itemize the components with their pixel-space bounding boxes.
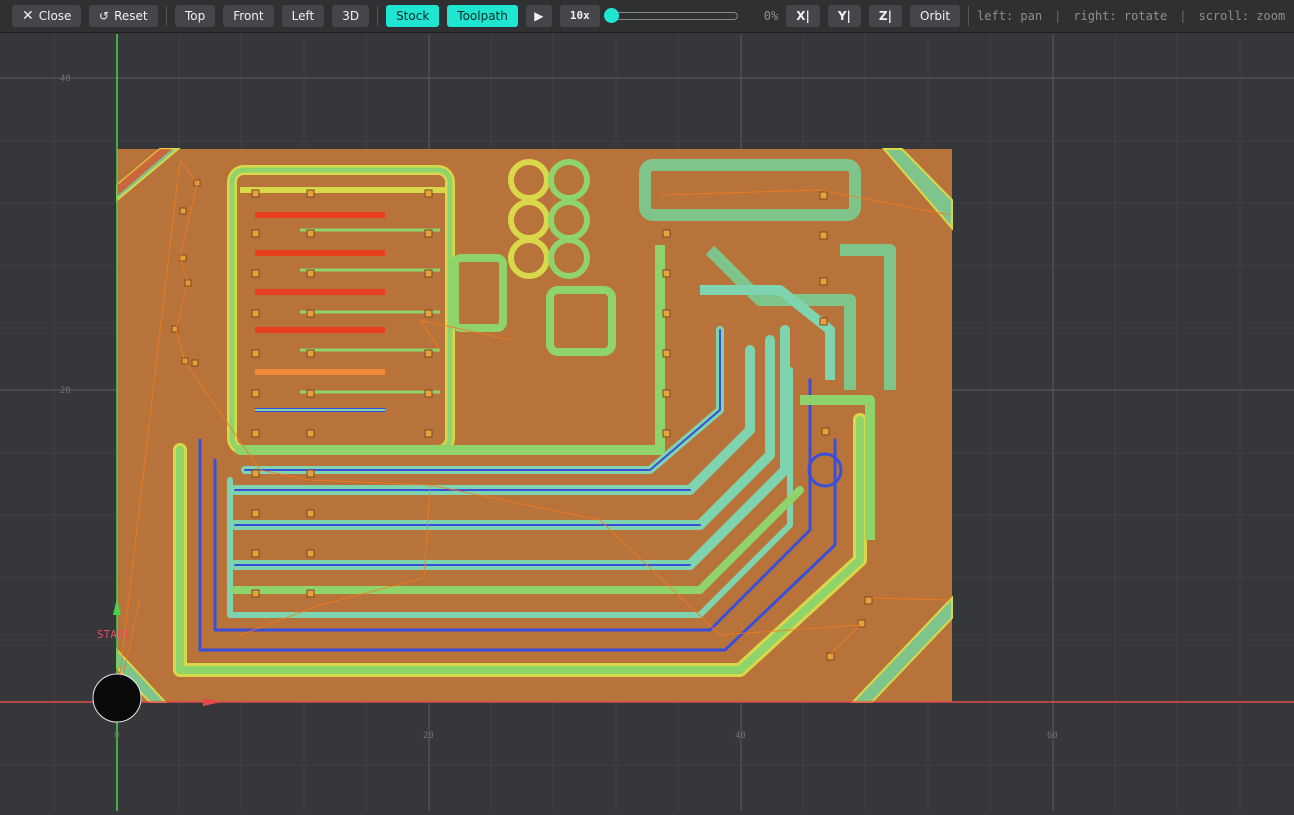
viewport-canvas[interactable]: START 40 20 0 20 40 60 bbox=[0, 34, 1294, 811]
hint-separator: | bbox=[1054, 9, 1062, 23]
reset-label: Reset bbox=[114, 9, 148, 23]
x-tick-label: 20 bbox=[423, 731, 434, 741]
stock-toggle[interactable]: Stock bbox=[386, 5, 440, 27]
close-button[interactable]: ✕ Close bbox=[12, 5, 81, 27]
toolpath-viewport[interactable]: START 40 20 0 20 40 60 bbox=[0, 34, 1294, 811]
axis-z-button[interactable]: Z| bbox=[868, 5, 903, 27]
speed-button[interactable]: 10x bbox=[559, 5, 600, 27]
start-label: START bbox=[97, 628, 130, 641]
x-tick-label: 60 bbox=[1047, 731, 1058, 741]
progress-slider-knob[interactable] bbox=[603, 8, 619, 23]
x-tick-label: 40 bbox=[735, 731, 746, 741]
view-3d-button[interactable]: 3D bbox=[332, 5, 370, 27]
divider bbox=[968, 6, 970, 26]
view-front-button[interactable]: Front bbox=[223, 5, 274, 27]
progress-percent: 0% bbox=[763, 9, 779, 23]
y-tick-label: 40 bbox=[60, 74, 71, 84]
close-label: Close bbox=[38, 9, 72, 23]
hint-separator: | bbox=[1179, 9, 1187, 23]
play-button[interactable]: ▶ bbox=[525, 5, 552, 27]
toolpath-toggle[interactable]: Toolpath bbox=[447, 5, 518, 27]
y-tick-label: 20 bbox=[60, 386, 71, 396]
view-top-button[interactable]: Top bbox=[175, 5, 216, 27]
reset-button[interactable]: ↺ Reset bbox=[89, 5, 158, 27]
divider bbox=[166, 6, 167, 26]
close-icon: ✕ bbox=[22, 8, 34, 24]
orbit-button[interactable]: Orbit bbox=[910, 5, 961, 27]
hint-rotate: right: rotate bbox=[1073, 9, 1168, 23]
play-icon: ▶ bbox=[534, 9, 544, 23]
view-left-button[interactable]: Left bbox=[281, 5, 325, 27]
axis-y-button[interactable]: Y| bbox=[827, 5, 861, 27]
x-tick-label: 0 bbox=[114, 731, 119, 741]
progress-slider[interactable] bbox=[603, 8, 738, 23]
reset-icon: ↺ bbox=[99, 9, 110, 23]
hint-zoom: scroll: zoom bbox=[1198, 9, 1286, 23]
divider bbox=[377, 6, 379, 26]
hint-pan: left: pan bbox=[977, 9, 1043, 23]
tool-position-marker bbox=[92, 673, 142, 723]
axis-x-button[interactable]: X| bbox=[786, 5, 820, 27]
viewer-toolbar: ✕ Close ↺ Reset Top Front Left 3D Stock … bbox=[0, 0, 1294, 33]
